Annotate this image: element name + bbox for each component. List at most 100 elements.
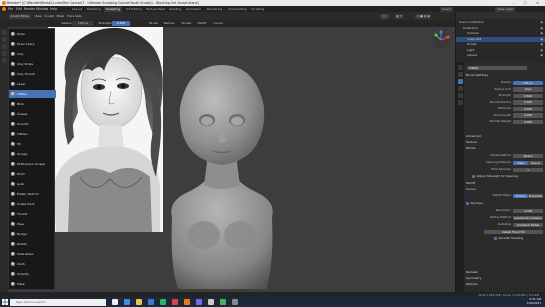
tab-modeling[interactable]: Modeling <box>85 7 103 12</box>
tab-scripting[interactable]: Scripting <box>249 7 266 12</box>
window-controls[interactable]: – ▢ ✕ <box>513 1 543 5</box>
brush-item-mask[interactable]: Mask <box>9 280 56 288</box>
blender-taskbar-icon[interactable] <box>184 299 190 305</box>
menu-render[interactable]: Render <box>24 7 35 11</box>
detail-flood-fill-button[interactable]: Detail Flood Fill <box>484 229 543 234</box>
texture-popover[interactable]: Texture <box>162 21 176 26</box>
brush-item-pinch[interactable]: Pinch <box>9 170 56 178</box>
brush-item-fill[interactable]: Fill <box>9 140 56 148</box>
menu-view[interactable]: View <box>33 14 43 19</box>
brush-item-scrape[interactable]: Scrape <box>9 150 56 158</box>
menu-help[interactable]: Help <box>50 7 57 11</box>
menu-edit[interactable]: Edit <box>16 7 22 11</box>
brush-popover[interactable]: Brush <box>148 21 160 26</box>
render-properties-tab[interactable] <box>457 72 463 77</box>
resolution-field[interactable]: 12.00 <box>513 208 543 213</box>
brush-item-layer[interactable]: Layer <box>9 80 56 88</box>
property-value-field[interactable]: 103 px <box>513 80 543 85</box>
menu-file[interactable]: File <box>8 7 13 11</box>
taskbar-clock[interactable]: 9:31 AM 3/28/2021 <box>527 297 541 305</box>
brush-item-clay-strips[interactable]: Clay Strips <box>9 60 56 68</box>
cursor-section[interactable]: Cursor <box>466 187 476 193</box>
symmetry-section[interactable]: Symmetry <box>466 276 482 282</box>
brush-item-elastic-deform[interactable]: Elastic Deform <box>9 190 56 198</box>
stroke-section[interactable]: Stroke <box>466 146 476 152</box>
tab-uv-editing[interactable]: UV Editing <box>124 7 144 12</box>
tab-texture-paint[interactable]: Texture Paint <box>144 7 167 12</box>
menu-face-sets[interactable]: Face Sets <box>66 14 83 19</box>
windows-start-icon[interactable] <box>2 299 8 305</box>
tool-mask-icon[interactable] <box>1 58 7 63</box>
shading-modes[interactable]: ○ ● ◍ ◉ <box>415 13 432 19</box>
app3-icon[interactable] <box>208 299 214 305</box>
falloff-section[interactable]: Falloff <box>466 181 475 187</box>
app-icon[interactable] <box>172 299 178 305</box>
overlay-toggle[interactable]: ◐ ▾ <box>395 13 404 19</box>
tab-sculpting[interactable]: Sculpting <box>104 6 123 12</box>
task-view-icon[interactable] <box>112 299 118 305</box>
strength-field[interactable]: 0.500 <box>112 21 130 26</box>
stroke-method-field[interactable]: Space <box>513 153 543 158</box>
stroke-popover[interactable]: Stroke <box>180 21 193 26</box>
texture-section[interactable]: Texture <box>466 140 477 146</box>
remesh-section[interactable]: Remesh <box>466 270 478 276</box>
advanced-section[interactable]: Advanced <box>466 134 481 140</box>
object-properties-tab[interactable] <box>457 86 463 91</box>
store-icon[interactable] <box>160 299 166 305</box>
spacing-scene-button[interactable]: Scene <box>528 160 543 165</box>
app5-icon[interactable] <box>232 299 238 305</box>
brush-item-cloth[interactable]: Cloth <box>9 260 56 268</box>
property-value-field[interactable]: 0.000 <box>513 113 543 118</box>
falloff-sphere-button[interactable]: Sphere <box>513 193 528 198</box>
tab-rendering[interactable]: Rendering <box>205 7 224 12</box>
menu-window[interactable]: Window <box>36 7 48 11</box>
cursor-popover[interactable]: Cursor <box>212 21 225 26</box>
property-value-field[interactable]: 0.500 <box>513 100 543 105</box>
dyntopo-section[interactable]: Dyntopo <box>466 201 483 207</box>
property-value-field[interactable]: 0.000 <box>513 119 543 124</box>
menu-sculpt[interactable]: Sculpt <box>43 14 55 19</box>
brush-item-grab[interactable]: Grab <box>9 180 56 188</box>
brush-settings-section[interactable]: Brush Settings <box>466 73 488 79</box>
total-samples-field[interactable]: 1 <box>513 167 543 172</box>
brush-item-rotate[interactable]: Rotate <box>9 240 56 248</box>
brush-item-flatten[interactable]: Flatten <box>9 130 56 138</box>
brush-item-clay-thumb[interactable]: Clay Thumb <box>9 70 56 78</box>
tab-animation[interactable]: Animation <box>184 7 203 12</box>
brush-item-inflate[interactable]: Inflate <box>9 90 56 98</box>
tool-grab-icon[interactable] <box>1 51 7 56</box>
tab-layout[interactable]: Layout <box>70 7 84 12</box>
brush-item-pose[interactable]: Pose <box>9 220 56 228</box>
property-value-field[interactable]: View <box>513 87 543 92</box>
adjust-strength-checkbox[interactable]: Adjust Strength for Spacing <box>472 174 518 180</box>
taskbar-search-input[interactable]: Type here to search <box>10 298 106 306</box>
outliner-row[interactable]: sphere ◉ <box>456 53 545 59</box>
falloff-popover[interactable]: Falloff <box>196 21 208 26</box>
brush-item-blob[interactable]: Blob <box>9 100 56 108</box>
modifier-properties-tab[interactable] <box>457 93 463 98</box>
visibility-eye-icon[interactable]: ◉ <box>540 53 543 59</box>
edge-browser-icon[interactable] <box>124 299 130 305</box>
brush-item-thumb[interactable]: Thumb <box>9 210 56 218</box>
file-explorer-icon[interactable] <box>136 299 142 305</box>
brush-item-simplify[interactable]: Simplify <box>9 270 56 278</box>
smooth-shading-checkbox[interactable]: Smooth Shading <box>494 236 523 242</box>
brush-item-smooth[interactable]: Smooth <box>9 120 56 128</box>
menu-mask[interactable]: Mask <box>55 14 66 19</box>
brush-item-draw-sharp[interactable]: Draw Sharp <box>9 40 56 48</box>
navigation-gizmo[interactable] <box>431 30 451 51</box>
material-properties-tab[interactable] <box>457 100 463 105</box>
refine-method-field[interactable]: Subdivide Collapse <box>513 215 543 220</box>
app4-icon[interactable] <box>220 299 226 305</box>
scene-selector[interactable]: Scene <box>440 6 454 12</box>
brush-name-field[interactable]: Inflate <box>467 65 527 70</box>
mode-dropdown[interactable]: Sculpt Mode <box>9 13 31 19</box>
spacing-view-button[interactable]: View <box>513 160 528 165</box>
view-layer-selector[interactable]: View Layer <box>495 6 516 12</box>
detailing-field[interactable]: Constant Detail <box>513 222 543 227</box>
brush-item-clay[interactable]: Clay <box>9 50 56 58</box>
app2-icon[interactable] <box>196 299 202 305</box>
brush-item-crease[interactable]: Crease <box>9 110 56 118</box>
tab-compositing[interactable]: Compositing <box>226 7 249 12</box>
viewport-3d[interactable] <box>8 27 455 292</box>
